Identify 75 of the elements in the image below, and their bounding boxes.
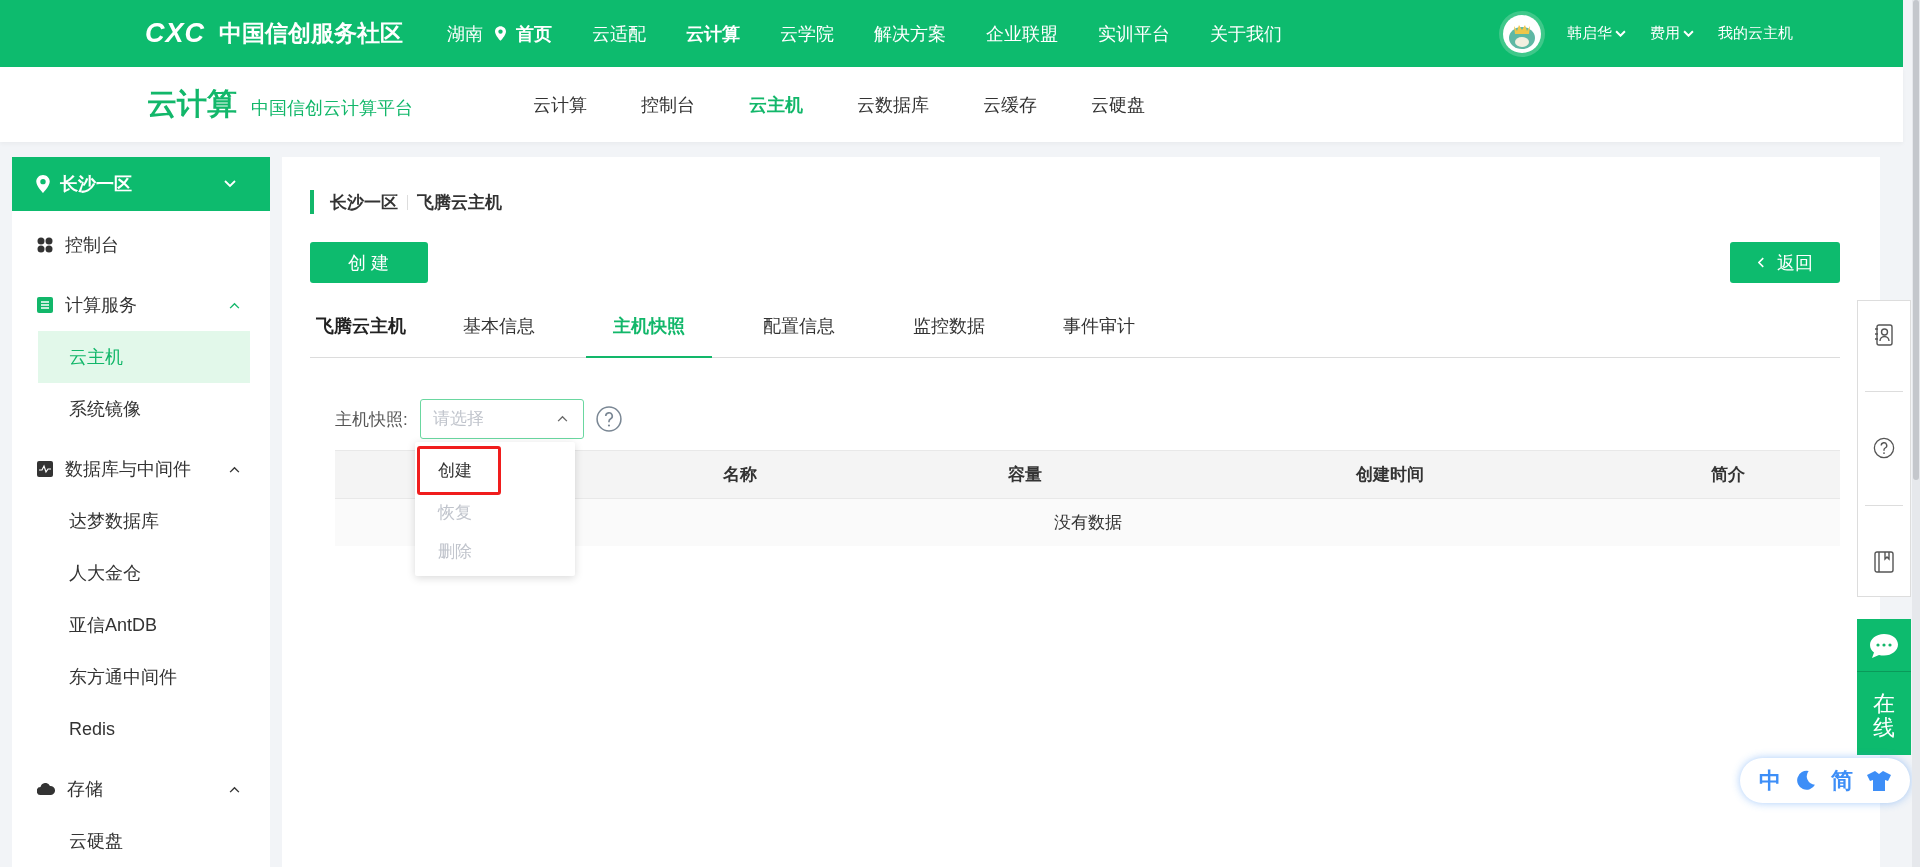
sidebar-item[interactable]: 系统镜像 xyxy=(38,383,250,435)
region-label[interactable]: 湖南 xyxy=(447,21,483,46)
avatar-icon[interactable] xyxy=(1499,10,1545,57)
user-menu[interactable]: 韩启华 xyxy=(1567,24,1626,43)
chevron-left-icon xyxy=(1757,257,1765,268)
chevron-down-icon xyxy=(1615,30,1626,37)
nav-link[interactable]: 云适配 xyxy=(592,21,646,46)
tab[interactable]: 监控数据 xyxy=(886,295,1012,358)
column-header: 创建时间 xyxy=(1355,464,1425,486)
region-selector[interactable]: 长沙一区 xyxy=(12,157,270,211)
moon-icon[interactable] xyxy=(1795,770,1817,791)
field-label: 主机快照: xyxy=(335,408,408,431)
sidebar-item[interactable]: 云硬盘 xyxy=(38,815,250,867)
column-header: 简介 xyxy=(1709,464,1746,486)
sidebar-item[interactable]: 云主机 xyxy=(38,331,250,383)
input-mode-toggle[interactable]: 中 xyxy=(1759,765,1782,796)
sub-nav-link[interactable]: 云缓存 xyxy=(983,92,1037,117)
scrollbar[interactable] xyxy=(1912,0,1920,867)
shirt-icon[interactable] xyxy=(1866,770,1891,791)
nav-link[interactable]: 企业联盟 xyxy=(986,21,1058,46)
nav-link[interactable]: 解决方案 xyxy=(874,21,946,46)
sidebar-item[interactable]: 亚信AntDB xyxy=(38,599,250,651)
sub-nav-link[interactable]: 云计算 xyxy=(533,92,587,117)
snapshot-select[interactable]: 请选择 xyxy=(419,399,584,439)
chat-tab[interactable]: 在线 xyxy=(1857,619,1911,755)
sub-nav-link[interactable]: 云硬盘 xyxy=(1091,92,1145,117)
chevron-down-icon xyxy=(1683,30,1694,37)
sidebar-item[interactable]: Redis xyxy=(38,703,250,755)
nav-link[interactable]: 首页 xyxy=(516,21,552,46)
contact-book-icon[interactable] xyxy=(1874,323,1894,346)
logo[interactable]: CXC 中国信创服务社区 xyxy=(145,18,403,49)
sidebar-item[interactable]: 东方通中间件 xyxy=(38,651,250,703)
sidebar-item[interactable]: 人大金仓 xyxy=(38,547,250,599)
tab[interactable]: 基本信息 xyxy=(436,295,562,358)
grid-icon xyxy=(37,237,53,253)
breadcrumb-item: 长沙一区 xyxy=(330,191,398,214)
nav-link[interactable]: 关于我们 xyxy=(1210,21,1282,46)
empty-message: 没有数据 xyxy=(1053,512,1122,534)
location-pin-icon xyxy=(495,26,506,41)
menu-link[interactable]: 我的云主机 xyxy=(1718,24,1793,43)
column-header: 容量 xyxy=(1007,464,1043,486)
sidebar-item[interactable]: 达梦数据库 xyxy=(38,495,250,547)
back-button[interactable]: 返回 xyxy=(1730,242,1840,283)
help-icon[interactable] xyxy=(595,406,622,432)
nav-link[interactable]: 云计算 xyxy=(686,21,740,46)
book-icon[interactable] xyxy=(1874,551,1894,574)
help-icon[interactable] xyxy=(1873,437,1895,460)
chevron-down-icon xyxy=(224,180,236,188)
tab[interactable]: 事件审计 xyxy=(1036,295,1162,358)
nav-link[interactable]: 实训平台 xyxy=(1098,21,1170,46)
sidebar-item[interactable]: 数据库与中间件 xyxy=(12,443,270,495)
pulse-icon xyxy=(37,461,53,477)
sub-nav-link[interactable]: 控制台 xyxy=(641,92,695,117)
input-mode-toggle[interactable]: 简 xyxy=(1830,765,1853,796)
tab[interactable]: 配置信息 xyxy=(736,295,862,358)
menu-option[interactable]: 创建 xyxy=(417,446,501,495)
user-menu[interactable]: 费用 xyxy=(1650,24,1694,43)
sub-nav-link[interactable]: 云数据库 xyxy=(857,92,929,117)
list-icon xyxy=(37,297,53,313)
sub-nav-link[interactable]: 云主机 xyxy=(749,92,803,117)
sidebar-item[interactable]: 控制台 xyxy=(12,219,270,271)
section-tagline: 中国信创云计算平台 xyxy=(251,96,413,120)
tab[interactable]: 主机快照 xyxy=(586,295,712,358)
accent-bar xyxy=(310,190,314,214)
sidebar-item[interactable]: 存储 xyxy=(12,763,270,815)
create-button[interactable]: 创 建 xyxy=(310,242,428,283)
location-pin-icon xyxy=(36,175,50,193)
nav-link[interactable]: 云学院 xyxy=(780,21,834,46)
chat-bubble-icon xyxy=(1869,633,1899,659)
sidebar-item[interactable]: 计算服务 xyxy=(12,279,270,331)
breadcrumb-item: 飞腾云主机 xyxy=(417,191,502,214)
section-title: 云计算 xyxy=(147,86,237,122)
tabs-title: 飞腾云主机 xyxy=(315,315,407,338)
cloud-icon xyxy=(37,783,55,795)
column-header: 名称 xyxy=(722,464,758,486)
